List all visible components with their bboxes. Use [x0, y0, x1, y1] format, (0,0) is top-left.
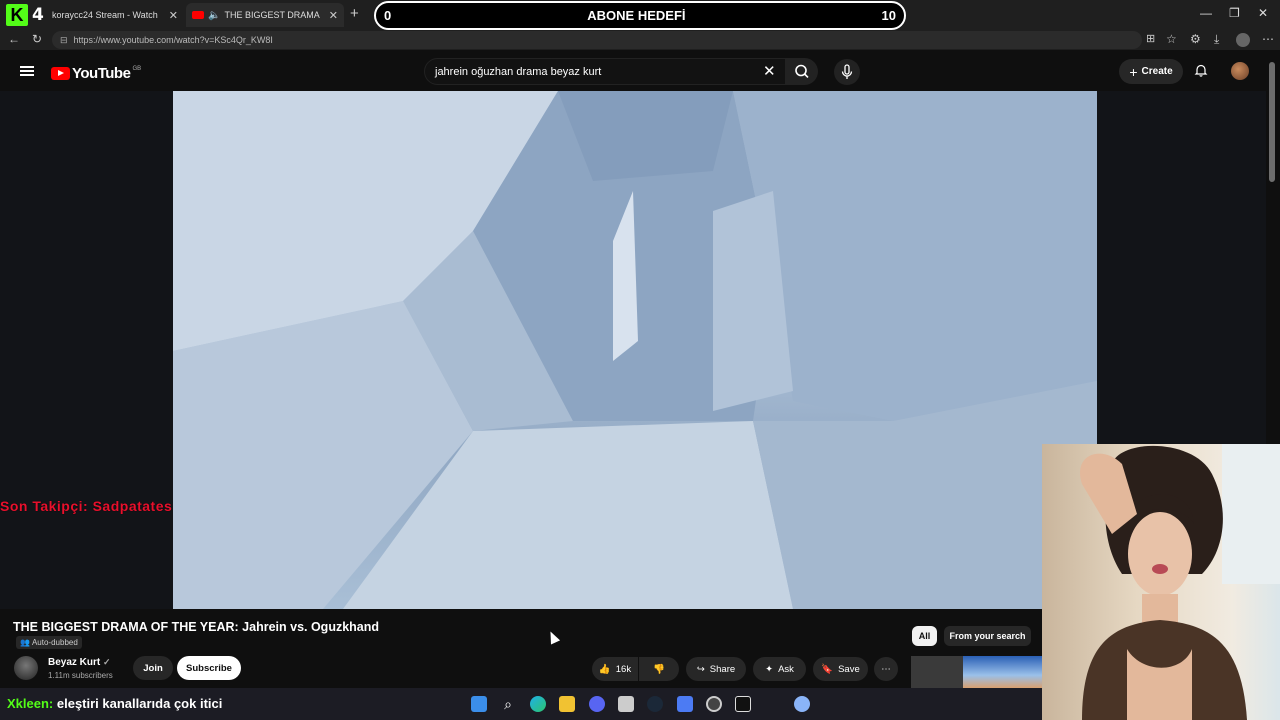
speaker-icon[interactable]: 🔈	[208, 10, 220, 21]
video-frame	[173, 91, 1097, 609]
edge-browser-icon[interactable]	[530, 696, 546, 712]
verified-icon: ✓	[103, 657, 111, 667]
microphone-icon	[841, 64, 853, 79]
scrollbar-thumb[interactable]	[1269, 62, 1275, 182]
split-screen-icon[interactable]: ⊞	[1146, 32, 1155, 45]
url-field[interactable]: ⊟ https://www.youtube.com/watch?v=KSc4Qr…	[52, 31, 1142, 49]
streamer-webcam	[1042, 444, 1280, 720]
share-button[interactable]: ↪ Share	[686, 657, 746, 681]
dub-icon: 👥	[20, 638, 30, 647]
related-video-thumbnail[interactable]	[911, 656, 963, 688]
auto-dubbed-badge: 👥 Auto-dubbed	[16, 636, 82, 649]
goal-label: ABONE HEDEFİ	[587, 8, 686, 23]
new-tab-icon[interactable]: +	[350, 5, 359, 22]
browser-menu-icon[interactable]: ⋯	[1262, 32, 1274, 46]
sparkle-icon: ✦	[765, 663, 774, 675]
search-value: jahrein oğuzhan drama beyaz kurt	[435, 65, 602, 78]
video-player[interactable]	[173, 91, 1097, 609]
thumbs-down-icon: 👎	[653, 663, 665, 675]
video-title: THE BIGGEST DRAMA OF THE YEAR: Jahrein v…	[13, 620, 380, 634]
kick-viewer-count: 4	[32, 5, 44, 25]
collections-icon[interactable]: ⚙	[1190, 32, 1201, 46]
download-icon[interactable]: ⤓	[1214, 32, 1219, 47]
share-label: Share	[709, 663, 736, 675]
youtube-play-icon	[51, 67, 70, 80]
mouse-cursor-icon	[545, 629, 561, 645]
more-actions-icon[interactable]: ⋯	[874, 657, 898, 681]
dislike-button[interactable]: 👎	[639, 657, 679, 681]
settings-gear-icon[interactable]	[794, 696, 810, 712]
share-arrow-icon: ↪	[696, 663, 705, 675]
plus-icon: +	[1129, 63, 1138, 80]
bookmark-icon: 🔖	[821, 663, 834, 675]
chat-username: Xkleen:	[7, 696, 54, 711]
discord-icon[interactable]	[589, 696, 605, 712]
menu-icon[interactable]	[20, 66, 34, 76]
goal-current: 0	[384, 8, 392, 23]
channel-name-text: Beyaz Kurt	[48, 657, 101, 668]
search-button[interactable]	[786, 58, 818, 85]
create-button[interactable]: + Create	[1119, 59, 1183, 84]
channel-avatar[interactable]	[14, 656, 38, 680]
youtube-favicon-icon	[192, 11, 204, 19]
close-window-icon[interactable]: ✕	[1258, 6, 1268, 20]
create-label: Create	[1141, 66, 1173, 77]
search-icon	[795, 64, 809, 78]
account-avatar[interactable]	[1231, 62, 1249, 80]
app-icon[interactable]	[677, 696, 693, 712]
close-tab-icon[interactable]: ✕	[329, 9, 338, 22]
back-icon[interactable]: ←	[8, 32, 20, 46]
url-text: https://www.youtube.com/watch?v=KSc4Qr_K…	[73, 35, 273, 45]
browser-tab-youtube[interactable]: 🔈 THE BIGGEST DRAMA OF THE YEAR ✕	[186, 3, 344, 27]
like-button[interactable]: 👍 16k	[592, 657, 638, 681]
tab-title: koraycc24 Stream - Watch Live	[52, 10, 160, 20]
favorite-star-icon[interactable]: ☆	[1166, 32, 1177, 46]
chip-from-your-search[interactable]: From your search	[944, 626, 1031, 646]
search-taskbar-icon[interactable]: ⌕	[500, 696, 516, 712]
subscriber-count: 1.11m subscribers	[48, 671, 113, 680]
player-left-margin	[0, 91, 173, 609]
channel-name[interactable]: Beyaz Kurt ✓	[48, 657, 111, 668]
notifications-bell-icon[interactable]	[1194, 63, 1208, 77]
player-right-margin	[1097, 91, 1266, 444]
chat-overlay-message: Xkleen: eleştiri kanallarıda çok itici	[7, 696, 222, 711]
related-video-thumbnail[interactable]	[963, 656, 1043, 688]
thumbs-up-icon: 👍	[598, 663, 611, 675]
steam-icon[interactable]	[647, 696, 663, 712]
search-input[interactable]: jahrein oğuzhan drama beyaz kurt	[424, 58, 786, 85]
refresh-icon[interactable]: ↻	[32, 32, 42, 46]
chat-text: eleştiri kanallarıda çok itici	[56, 696, 223, 711]
roblox-icon[interactable]	[735, 696, 751, 712]
join-button[interactable]: Join	[133, 656, 173, 680]
file-explorer-icon[interactable]	[559, 696, 575, 712]
site-info-icon[interactable]: ⊟	[60, 35, 68, 46]
store-icon[interactable]	[618, 696, 634, 712]
chip-all[interactable]: All	[912, 626, 937, 646]
maximize-icon[interactable]: ❐	[1229, 6, 1240, 20]
profile-avatar[interactable]	[1236, 33, 1250, 47]
kick-logo: K	[6, 4, 28, 26]
tab-title: THE BIGGEST DRAMA OF THE YEAR	[224, 10, 320, 20]
close-tab-icon[interactable]: ✕	[169, 9, 178, 22]
browser-tab-kick[interactable]: koraycc24 Stream - Watch Live ✕	[46, 3, 184, 27]
obs-icon[interactable]	[706, 696, 722, 712]
windows-start-icon[interactable]	[471, 696, 487, 712]
auto-dubbed-label: Auto-dubbed	[31, 638, 78, 647]
voice-search-button[interactable]	[834, 59, 860, 85]
clear-search-icon[interactable]: ✕	[763, 62, 776, 80]
subscriber-goal-bar: 0 ABONE HEDEFİ 10	[374, 1, 906, 30]
country-code: GB	[132, 65, 142, 72]
subscribe-button[interactable]: Subscribe	[177, 656, 241, 680]
goal-target: 10	[881, 8, 896, 23]
like-count: 16k	[615, 663, 632, 675]
save-button[interactable]: 🔖 Save	[813, 657, 868, 681]
minimize-icon[interactable]: —	[1200, 6, 1212, 20]
ask-button[interactable]: ✦ Ask	[753, 657, 806, 681]
save-label: Save	[838, 663, 860, 675]
youtube-logo-text: YouTube	[72, 65, 131, 82]
last-follower-overlay: Son Takipçi: Sadpatates	[0, 498, 173, 514]
ask-label: Ask	[778, 663, 794, 675]
webcam-frame	[1080, 444, 1280, 720]
youtube-logo[interactable]: YouTube GB	[51, 65, 141, 82]
